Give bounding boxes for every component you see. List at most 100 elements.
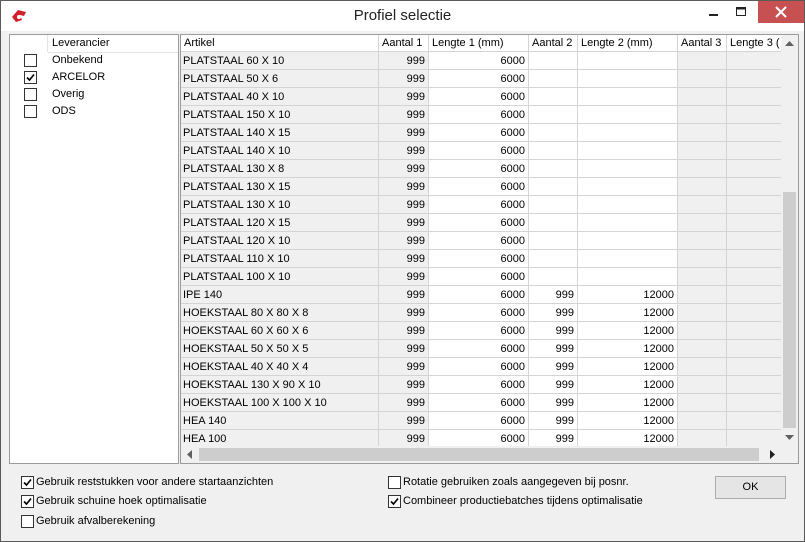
- grid-cell[interactable]: 999: [529, 394, 578, 412]
- grid-cell[interactable]: [578, 124, 678, 142]
- grid-cell[interactable]: [578, 214, 678, 232]
- grid-cell[interactable]: [678, 178, 727, 196]
- supplier-item[interactable]: Onbekend: [10, 52, 178, 69]
- grid-cell[interactable]: [678, 394, 727, 412]
- reststukken-checkbox[interactable]: [21, 476, 34, 489]
- grid-cell[interactable]: 12000: [578, 394, 678, 412]
- grid-cell[interactable]: 999: [379, 394, 429, 412]
- grid-cell[interactable]: [727, 124, 787, 142]
- grid-cell[interactable]: 12000: [578, 358, 678, 376]
- grid-cell[interactable]: PLATSTAAL 130 X 10: [181, 196, 379, 214]
- grid-cell[interactable]: HOEKSTAAL 40 X 40 X 4: [181, 358, 379, 376]
- grid-cell[interactable]: [678, 232, 727, 250]
- vertical-scroll-thumb[interactable]: [783, 192, 796, 428]
- column-header[interactable]: Artikel: [181, 35, 379, 52]
- grid-cell[interactable]: 6000: [429, 304, 529, 322]
- grid-cell[interactable]: [578, 268, 678, 286]
- column-header[interactable]: Lengte 3 (: [727, 35, 787, 52]
- grid-cell[interactable]: [678, 250, 727, 268]
- grid-cell[interactable]: 999: [529, 376, 578, 394]
- grid-cell[interactable]: 999: [379, 376, 429, 394]
- grid-cell[interactable]: [578, 232, 678, 250]
- maximize-button[interactable]: [728, 1, 754, 23]
- grid-cell[interactable]: 12000: [578, 286, 678, 304]
- grid-cell[interactable]: 999: [379, 358, 429, 376]
- grid-cell[interactable]: HOEKSTAAL 80 X 80 X 8: [181, 304, 379, 322]
- grid-cell[interactable]: [727, 106, 787, 124]
- grid-cell[interactable]: PLATSTAAL 140 X 10: [181, 142, 379, 160]
- grid-cell[interactable]: 6000: [429, 322, 529, 340]
- grid-cell[interactable]: PLATSTAAL 50 X 6: [181, 70, 379, 88]
- grid-cell[interactable]: [727, 142, 787, 160]
- grid-cell[interactable]: 6000: [429, 412, 529, 430]
- grid-cell[interactable]: [578, 178, 678, 196]
- grid-cell[interactable]: [529, 106, 578, 124]
- grid-cell[interactable]: [578, 160, 678, 178]
- scroll-right-button[interactable]: [764, 446, 781, 463]
- grid-cell[interactable]: 999: [529, 304, 578, 322]
- grid-cell[interactable]: [678, 322, 727, 340]
- grid-cell[interactable]: 999: [379, 70, 429, 88]
- grid-cell[interactable]: PLATSTAAL 120 X 10: [181, 232, 379, 250]
- grid-cell[interactable]: [529, 178, 578, 196]
- grid-cell[interactable]: [529, 250, 578, 268]
- grid-cell[interactable]: [578, 250, 678, 268]
- grid-cell[interactable]: 999: [379, 88, 429, 106]
- grid-cell[interactable]: 999: [379, 196, 429, 214]
- grid-cell[interactable]: [727, 412, 787, 430]
- grid-cell[interactable]: [678, 412, 727, 430]
- grid-cell[interactable]: 999: [379, 250, 429, 268]
- grid-cell[interactable]: 6000: [429, 178, 529, 196]
- grid-cell[interactable]: [727, 196, 787, 214]
- grid-cell[interactable]: PLATSTAAL 130 X 8: [181, 160, 379, 178]
- grid-cell[interactable]: 999: [529, 322, 578, 340]
- grid-cell[interactable]: [678, 268, 727, 286]
- grid-cell[interactable]: [678, 286, 727, 304]
- grid-cell[interactable]: [727, 358, 787, 376]
- grid-cell[interactable]: [727, 178, 787, 196]
- grid-cell[interactable]: 999: [379, 412, 429, 430]
- grid-cell[interactable]: [529, 142, 578, 160]
- grid-cell[interactable]: 12000: [578, 322, 678, 340]
- scroll-left-button[interactable]: [181, 446, 198, 463]
- grid-cell[interactable]: 999: [379, 286, 429, 304]
- vertical-scrollbar[interactable]: [781, 35, 798, 463]
- grid-cell[interactable]: 6000: [429, 142, 529, 160]
- grid-cell[interactable]: 6000: [429, 358, 529, 376]
- grid-cell[interactable]: [727, 268, 787, 286]
- column-header[interactable]: Aantal 3: [678, 35, 727, 52]
- grid-cell[interactable]: [678, 70, 727, 88]
- grid-cell[interactable]: [678, 142, 727, 160]
- grid-cell[interactable]: 6000: [429, 250, 529, 268]
- grid-cell[interactable]: [578, 52, 678, 70]
- grid-cell[interactable]: 999: [379, 124, 429, 142]
- grid-cell[interactable]: [727, 322, 787, 340]
- grid-cell[interactable]: 999: [379, 322, 429, 340]
- afvalberekening-checkbox[interactable]: [21, 515, 34, 528]
- grid-cell[interactable]: PLATSTAAL 110 X 10: [181, 250, 379, 268]
- grid-cell[interactable]: 6000: [429, 214, 529, 232]
- grid-cell[interactable]: 6000: [429, 160, 529, 178]
- grid-cell[interactable]: 999: [379, 178, 429, 196]
- grid-cell[interactable]: [578, 106, 678, 124]
- grid-cell[interactable]: 12000: [578, 412, 678, 430]
- grid-cell[interactable]: [678, 52, 727, 70]
- supplier-checkbox[interactable]: [24, 71, 37, 84]
- supplier-checkbox[interactable]: [24, 88, 37, 101]
- rotatie-checkbox[interactable]: [388, 476, 401, 489]
- grid-cell[interactable]: HOEKSTAAL 60 X 60 X 6: [181, 322, 379, 340]
- grid-cell[interactable]: [678, 160, 727, 178]
- grid-cell[interactable]: 6000: [429, 232, 529, 250]
- grid-cell[interactable]: 6000: [429, 88, 529, 106]
- grid-cell[interactable]: [529, 160, 578, 178]
- minimize-button[interactable]: [701, 1, 727, 23]
- combineer-checkbox[interactable]: [388, 495, 401, 508]
- column-header[interactable]: Lengte 2 (mm): [578, 35, 678, 52]
- grid-cell[interactable]: [727, 214, 787, 232]
- column-header[interactable]: Aantal 2: [529, 35, 578, 52]
- grid-cell[interactable]: [529, 70, 578, 88]
- supplier-item[interactable]: ARCELOR: [10, 69, 178, 86]
- grid-cell[interactable]: [678, 196, 727, 214]
- grid-cell[interactable]: 999: [529, 340, 578, 358]
- grid-cell[interactable]: 6000: [429, 106, 529, 124]
